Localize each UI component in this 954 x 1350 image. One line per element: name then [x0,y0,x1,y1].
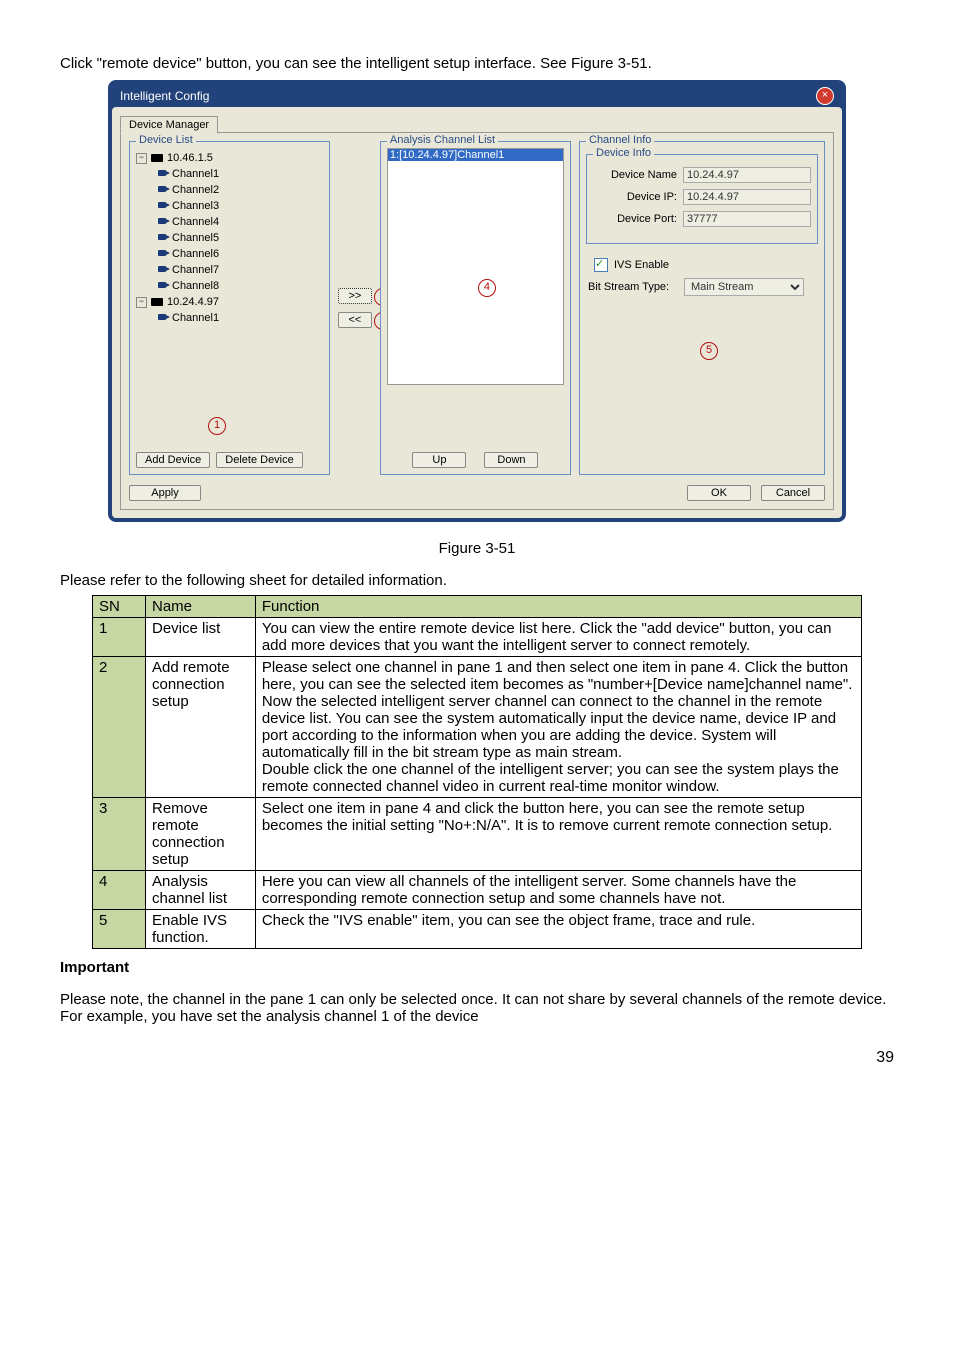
channel-item[interactable]: Channel2 [172,184,219,196]
channel-info-fieldset: Channel Info Device Info Device Name Dev… [579,141,825,475]
device-info-title: Device Info [593,147,654,159]
ivs-enable-label: IVS Enable [614,259,669,271]
channel-item[interactable]: Channel1 [172,168,219,180]
channel-item[interactable]: Channel1 [172,312,219,324]
important-heading: Important [60,959,894,976]
cell-sn: 1 [93,618,146,657]
apply-button[interactable]: Apply [129,485,201,501]
ivs-enable-checkbox[interactable] [594,258,608,272]
channel-item[interactable]: Channel4 [172,216,219,228]
annotation-1: 1 [208,417,226,435]
cancel-button[interactable]: Cancel [761,485,825,501]
device-name-label: Device Name [593,169,677,181]
bitstream-select[interactable]: Main Stream [684,278,804,296]
host-ip[interactable]: 10.24.4.97 [167,294,219,310]
device-port-input[interactable] [683,211,811,227]
th-sn: SN [93,596,146,618]
dialog-window: Intelligent Config × Device Manager Devi… [108,80,846,522]
device-ip-label: Device IP: [593,191,677,203]
ok-button[interactable]: OK [687,485,751,501]
analysis-item-selected[interactable]: 1:[10.24.4.97]Channel1 [388,149,563,161]
figure-caption: Figure 3-51 [60,540,894,557]
device-info-fieldset: Device Info Device Name Device IP: Devic… [586,154,818,244]
cell-sn: 3 [93,798,146,871]
th-name: Name [146,596,256,618]
cell-func: Here you can view all channels of the in… [255,871,861,910]
tab-device-manager[interactable]: Device Manager [120,116,218,134]
channel-item[interactable]: Channel5 [172,232,219,244]
move-right-button[interactable]: >> [338,288,372,304]
cell-name: Enable IVS function. [146,910,256,949]
analysis-list-title: Analysis Channel List [387,134,498,146]
channel-item[interactable]: Channel3 [172,200,219,212]
bitstream-label: Bit Stream Type: [588,281,678,293]
host-ip[interactable]: 10.46.1.5 [167,150,213,166]
dialog-title: Intelligent Config [120,89,209,103]
channel-item[interactable]: Channel8 [172,280,219,292]
table-intro: Please refer to the following sheet for … [60,572,894,589]
annotation-4: 4 [478,279,496,297]
important-paragraph: Please note, the channel in the pane 1 c… [60,991,894,1025]
cell-func: Please select one channel in pane 1 and … [255,657,861,798]
cell-func: Check the "IVS enable" item, you can see… [255,910,861,949]
annotation-5: 5 [700,342,718,360]
th-func: Function [255,596,861,618]
close-icon[interactable]: × [816,87,834,105]
down-button[interactable]: Down [484,452,538,468]
channel-item[interactable]: Channel6 [172,248,219,260]
info-table: SN Name Function 1 Device list You can v… [92,595,862,949]
cell-func: You can view the entire remote device li… [255,618,861,657]
move-left-button[interactable]: << [338,312,372,328]
analysis-listbox[interactable]: 1:[10.24.4.97]Channel1 4 [387,148,564,385]
cell-sn: 5 [93,910,146,949]
intro-text: Click "remote device" button, you can se… [60,55,894,72]
cell-sn: 4 [93,871,146,910]
device-port-label: Device Port: [593,213,677,225]
up-button[interactable]: Up [412,452,466,468]
channel-info-title: Channel Info [586,134,654,146]
cell-name: Remove remote connection setup [146,798,256,871]
page-number: 39 [60,1049,894,1067]
add-device-button[interactable]: Add Device [136,452,210,468]
device-list-title: Device List [136,134,196,146]
delete-device-button[interactable]: Delete Device [216,452,302,468]
device-ip-input[interactable] [683,189,811,205]
cell-name: Add remote connection setup [146,657,256,798]
cell-func: Select one item in pane 4 and click the … [255,798,861,871]
cell-sn: 2 [93,657,146,798]
device-list-fieldset: Device List −10.46.1.5 Channel1 Channel2… [129,141,330,475]
channel-item[interactable]: Channel7 [172,264,219,276]
device-name-input[interactable] [683,167,811,183]
cell-name: Analysis channel list [146,871,256,910]
cell-name: Device list [146,618,256,657]
analysis-list-fieldset: Analysis Channel List 1:[10.24.4.97]Chan… [380,141,571,475]
device-tree[interactable]: −10.46.1.5 Channel1 Channel2 Channel3 Ch… [136,150,323,326]
